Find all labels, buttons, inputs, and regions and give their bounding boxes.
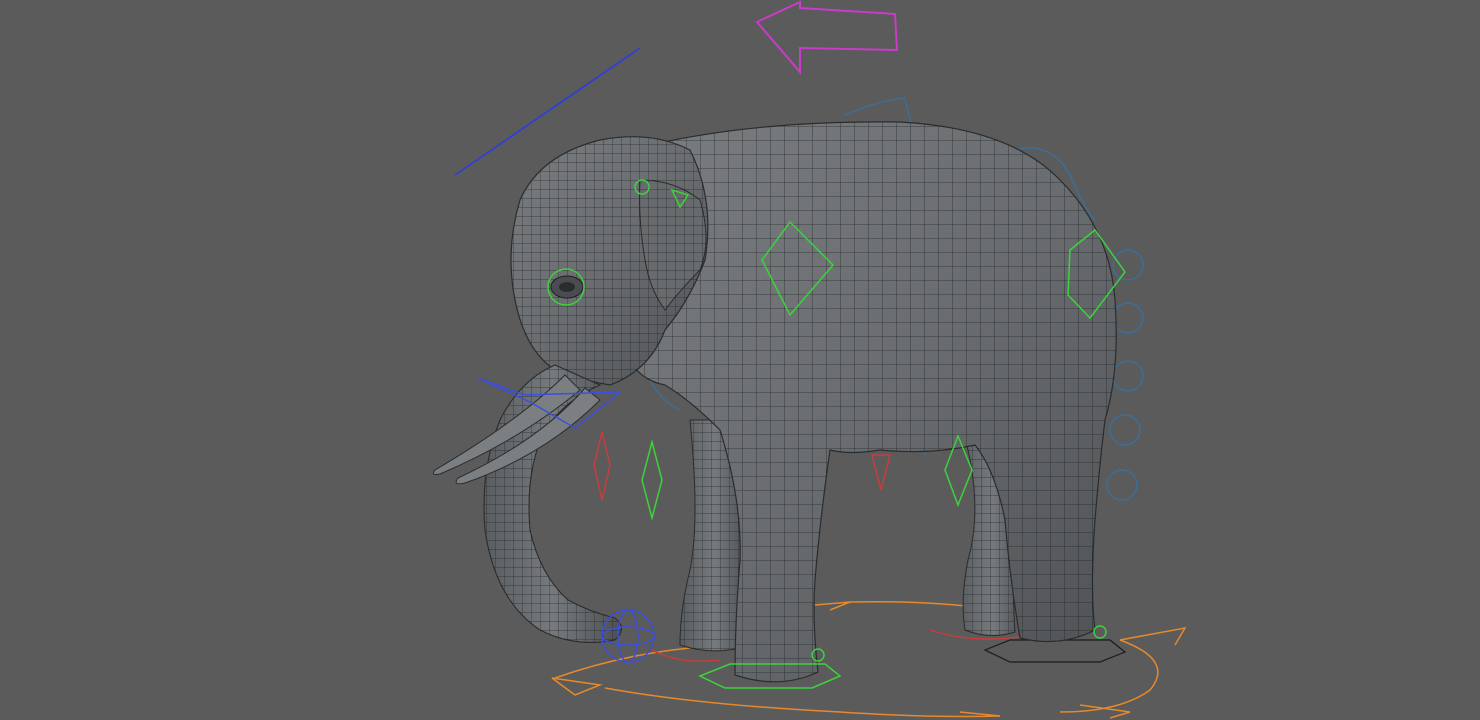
front-knee-pole-vector[interactable] <box>593 431 611 501</box>
elephant-mesh[interactable] <box>432 121 1117 683</box>
3d-viewport[interactable] <box>0 0 1480 720</box>
back-foot-footprint <box>983 639 1127 663</box>
viewport-scene[interactable] <box>0 0 1480 720</box>
elephant-eye <box>550 275 584 299</box>
front-leg-fk-control <box>641 439 663 521</box>
back-foot-pivot <box>1093 625 1107 639</box>
ik-fk-switch-arrow-control[interactable] <box>755 0 899 75</box>
back-knee-pole-vector[interactable] <box>871 454 891 491</box>
